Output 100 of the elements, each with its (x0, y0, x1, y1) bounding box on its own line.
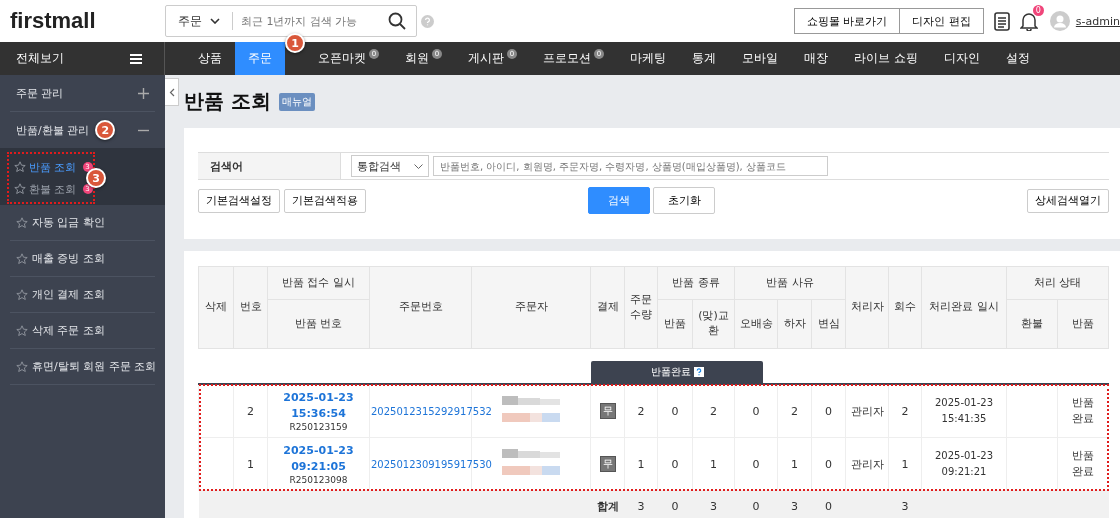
nav-tab[interactable]: 설정 (992, 42, 1043, 75)
star-icon[interactable] (14, 161, 26, 173)
document-icon[interactable] (993, 11, 1010, 31)
status-tab[interactable]: 반품완료 (590, 361, 763, 383)
table-cell-text: R250123098 (288, 474, 349, 485)
table-cell: 1 (233, 437, 268, 491)
header-button[interactable]: 쇼핑몰 바로가기 (793, 8, 901, 34)
column-header: 주문번호 (369, 266, 472, 349)
redacted-name (502, 395, 560, 424)
table-cell: 2025-01-23 09:21:21 (921, 437, 1007, 491)
column-header: 오배송 (734, 299, 778, 349)
sidebar-item[interactable]: 삭제 주문 조회 (10, 313, 155, 349)
table-cell-text: R250123159 (288, 421, 349, 432)
table-cell: 2 (233, 384, 268, 438)
table-cell: 1 (692, 437, 735, 491)
menu-icon[interactable] (130, 53, 142, 64)
step-marker: 2 (95, 120, 116, 140)
column-header: 삭제 (198, 266, 234, 349)
table-cell: 0 (734, 437, 778, 491)
sidebar-item[interactable]: 개인 결제 조회 (10, 277, 155, 313)
status-text: 반품 완료 (1071, 447, 1096, 480)
caret-icon (210, 18, 220, 24)
column-header: 반품 번호 (267, 299, 370, 349)
chevron-icon[interactable] (168, 87, 175, 97)
table-cell: 1 (624, 437, 658, 491)
search-icon[interactable] (388, 12, 406, 30)
column-header: 반품 (1057, 299, 1109, 349)
column-header: 하자 (777, 299, 812, 349)
table-cell: 0 (657, 384, 693, 438)
reset-button[interactable]: 초기화 (653, 187, 715, 214)
nav-tab[interactable]: 라이브 쇼핑 (841, 42, 931, 75)
payment-badge: 무 (599, 403, 616, 419)
table-cell: 0 (734, 384, 778, 438)
caret-icon (414, 163, 423, 169)
table-cell: 1 (888, 437, 922, 491)
received-date-link[interactable]: 2025-01-23 09:21:05 (269, 443, 368, 475)
column-header: 주문수량 (624, 266, 658, 349)
nav-tab[interactable]: 매장 (791, 42, 841, 75)
logo[interactable]: firstmall (10, 8, 165, 34)
notification-count: 0 (1032, 5, 1044, 16)
table-cell: 2 (624, 384, 658, 438)
star-icon[interactable] (16, 360, 28, 373)
nav-tab[interactable]: 디자인 (930, 42, 993, 75)
nav-tab[interactable]: 마케팅 (617, 42, 679, 75)
field-label: 검색어 (198, 153, 341, 179)
nav-tab[interactable]: 모바일 (729, 42, 791, 75)
order-number-link[interactable]: 2025012315292917532 (371, 405, 492, 417)
star-icon[interactable] (16, 252, 28, 265)
column-header: (맞)교환 (692, 299, 735, 349)
sidebar-item[interactable]: 매출 증빙 조회 (10, 241, 155, 277)
all-menu-label[interactable]: 전체보기 (16, 50, 64, 67)
table-cell: 0 (811, 437, 846, 491)
total-label: 합계 (596, 500, 619, 513)
table-cell: 2025-01-23 15:41:35 (921, 384, 1007, 438)
preset-button[interactable]: 기본검색적용 (284, 188, 366, 213)
order-number-link[interactable]: 2025012309195917530 (371, 458, 492, 470)
table-cell: 0 (657, 437, 693, 491)
table-cell: 관리자 (845, 437, 889, 491)
star-icon[interactable] (16, 216, 28, 229)
table-cell: 1 (777, 437, 812, 491)
column-header: 변심 (811, 299, 846, 349)
step-marker: 1 (285, 33, 305, 53)
user-link[interactable]: s-admin (1075, 14, 1120, 28)
nav-tab[interactable]: 상품 (185, 42, 235, 75)
sidebar-item[interactable]: 자동 입금 확인 (10, 205, 155, 241)
header-button[interactable]: 디자인 편집 (900, 8, 984, 34)
column-header: 결제 (590, 266, 625, 349)
preset-button[interactable]: 기본검색설정 (198, 188, 280, 213)
bell-icon[interactable] (1019, 11, 1038, 31)
type-select[interactable]: 통합검색 (351, 155, 429, 177)
table-cell: 0 (811, 384, 846, 438)
plus-icon[interactable] (138, 87, 149, 99)
sidebar-group[interactable]: 주문 관리 (10, 75, 155, 112)
star-icon[interactable] (14, 183, 26, 195)
help-icon[interactable] (693, 367, 704, 377)
table-cell: 2 (692, 384, 735, 438)
column-header: 번호 (233, 266, 268, 349)
status-text: 반품 완료 (1071, 394, 1096, 427)
column-header: 반품 (657, 299, 693, 349)
keyword-field[interactable]: 반품번호, 아이디, 회원명, 주문자명, 수령자명, 상품명(매입상품명), 상품코드 (433, 156, 828, 176)
detail-search-button[interactable]: 상세검색열기 (1027, 188, 1109, 213)
column-header: 반품 사유 (734, 266, 846, 300)
column-header: 주문자 (471, 266, 591, 349)
received-date-link[interactable]: 2025-01-23 15:36:54 (269, 390, 368, 422)
redacted-name (502, 448, 560, 477)
nav-tab[interactable]: 통계 (679, 42, 729, 75)
table-cell: 관리자 (845, 384, 889, 438)
star-icon[interactable] (16, 324, 28, 337)
table-cell: 2 (777, 384, 812, 438)
table-cell: 2 (888, 384, 922, 438)
star-icon[interactable] (16, 288, 28, 301)
avatar-icon (1049, 11, 1070, 31)
column-header: 처리완료 일시 (921, 266, 1007, 349)
column-header: 반품 접수 일시 (267, 266, 370, 300)
column-header: 회수 (888, 266, 922, 349)
search-field[interactable]: 주문 최근 1년까지 검색 가능 (165, 5, 417, 37)
payment-badge: 무 (599, 456, 616, 472)
column-header: 반품 종류 (657, 266, 735, 300)
sidebar-item[interactable]: 휴면/탈퇴 회원 주문 조회 (10, 349, 155, 385)
column-header: 처리 상태 (1006, 266, 1109, 300)
